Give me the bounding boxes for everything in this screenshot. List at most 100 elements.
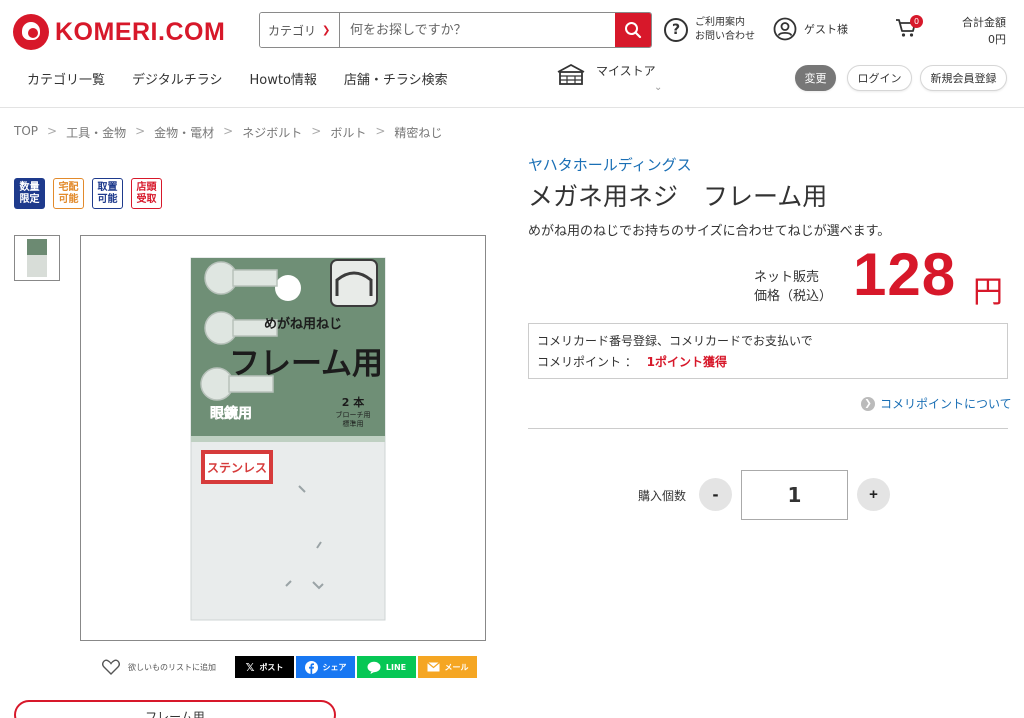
chevron-down-icon: ❯: [322, 24, 331, 36]
package-material: ステンレス: [207, 461, 267, 475]
cart-total-value: 0円: [988, 33, 1006, 46]
change-store-button[interactable]: 変更: [795, 65, 836, 91]
chevron-right-icon: >: [135, 124, 146, 138]
share-facebook-button[interactable]: シェア: [296, 656, 355, 678]
my-store-label: マイストア: [596, 64, 656, 78]
package-top-label: めがね用ねじ: [264, 316, 342, 332]
add-to-wishlist[interactable]: 欲しいものリストに追加: [102, 659, 216, 675]
quantity-label: 購入個数: [638, 489, 687, 503]
price-label-line-1: ネット販売: [754, 270, 820, 285]
cart-count-badge: 0: [910, 15, 923, 28]
help-line-1: ご利用案内: [695, 17, 745, 28]
chevron-down-icon: ⌄: [654, 82, 663, 93]
main-nav: カテゴリ一覧 デジタルチラシ Howto情報 店舗・チラシ検索: [27, 69, 475, 88]
share-facebook-label: シェア: [322, 662, 347, 672]
reserve-badge: 取置 可能: [92, 178, 123, 209]
nav-digital-flyer[interactable]: デジタルチラシ: [132, 69, 222, 88]
site-logo[interactable]: KOMERI.COM: [13, 14, 225, 50]
package-count-note-2: 標準用: [343, 419, 364, 428]
x-logo-icon: 𝕏: [245, 660, 255, 674]
breadcrumb-hardware[interactable]: 金物・電材: [154, 124, 214, 141]
quantity-decrease-button[interactable]: -: [699, 478, 732, 511]
product-price: 128: [853, 241, 957, 308]
breadcrumb-precision-screws[interactable]: 精密ねじ: [394, 124, 442, 141]
product-title: メガネ用ネジ フレーム用: [528, 182, 828, 211]
badge-line: 可能: [97, 193, 118, 205]
logo-text: KOMERI.COM: [55, 17, 226, 46]
point-info-box: コメリカード番号登録、コメリカードでお支払いで コメリポイント ： 1ポイント獲…: [528, 323, 1008, 379]
badge-line: 受取: [136, 193, 157, 205]
chevron-right-icon: >: [375, 124, 386, 138]
breadcrumb-screws-bolts[interactable]: ネジボルト: [242, 124, 302, 141]
nav-howto[interactable]: Howto情報: [250, 69, 317, 88]
share-x-button[interactable]: 𝕏 ポスト: [235, 656, 294, 678]
question-icon: ?: [664, 18, 688, 42]
product-package-illustration: めがね用ねじ フレーム用 眼鏡用 2 本 ブローチ用 標準用 ステンレス: [190, 257, 386, 621]
product-thumbnail[interactable]: [14, 235, 60, 281]
point-info-link[interactable]: ❯ コメリポイントについて: [861, 395, 1012, 412]
share-mail-label: メール: [444, 662, 469, 672]
cart-total-label: 合計金額: [962, 16, 1006, 29]
search-category-label: カテゴリ: [268, 23, 317, 38]
breadcrumb-top[interactable]: TOP: [14, 124, 38, 141]
product-description: めがね用のねじでお持ちのサイズに合わせてねじが選べます。: [528, 224, 891, 239]
package-count: 2 本: [342, 395, 364, 409]
mail-icon: [426, 662, 440, 672]
cart-total: 合計金額 0円: [962, 14, 1006, 48]
point-condition-text: コメリカード番号登録、コメリカードでお支払いで: [537, 334, 813, 348]
search-icon: [625, 22, 642, 39]
search-category-select[interactable]: カテゴリ ❯: [260, 13, 340, 47]
cart-button[interactable]: 0: [895, 15, 923, 42]
badge-line: 店頭: [136, 181, 157, 193]
share-mail-button[interactable]: メール: [418, 656, 477, 678]
nav-store-search[interactable]: 店舗・チラシ検索: [344, 69, 448, 88]
rooster-logo-icon: [13, 14, 49, 50]
search-button[interactable]: [615, 13, 651, 47]
help-text: ご利用案内 お問い合わせ: [695, 16, 755, 44]
price-unit: 円: [973, 275, 1003, 310]
breadcrumb-bolts[interactable]: ボルト: [330, 124, 366, 141]
register-button[interactable]: 新規会員登録: [920, 65, 1007, 91]
point-label: コメリポイント ：: [537, 355, 637, 369]
package-main-label: フレーム用: [229, 346, 383, 382]
delivery-badge: 宅配 可能: [53, 178, 84, 209]
product-maker-link[interactable]: ヤハタホールディングス: [528, 154, 692, 175]
breadcrumb-tools[interactable]: 工具・金物: [66, 124, 126, 141]
point-row: コメリポイント ： 1ポイント獲得: [537, 352, 999, 373]
quantity-increase-button[interactable]: +: [857, 478, 890, 511]
share-line-button[interactable]: LINE: [357, 656, 416, 678]
quantity-input[interactable]: [741, 470, 848, 520]
line-chat-icon: [367, 661, 381, 674]
account-link[interactable]: ゲスト様: [773, 17, 848, 41]
help-line-2: お問い合わせ: [695, 31, 755, 42]
help-link[interactable]: ? ご利用案内 お問い合わせ: [664, 16, 755, 44]
badge-line: 可能: [58, 193, 79, 205]
wishlist-label: 欲しいものリストに追加: [128, 662, 216, 672]
product-main-image[interactable]: めがね用ねじ フレーム用 眼鏡用 2 本 ブローチ用 標準用 ステンレス: [80, 235, 486, 641]
guest-label: ゲスト様: [804, 23, 848, 36]
search-input[interactable]: [340, 13, 615, 47]
point-info-link-label: コメリポイントについて: [880, 397, 1012, 411]
package-count-note-1: ブローチ用: [336, 410, 371, 419]
section-divider: [528, 428, 1008, 429]
store-pickup-badge: 店頭 受取: [131, 178, 162, 209]
store-icon: [557, 63, 585, 85]
site-header: KOMERI.COM カテゴリ ❯ ? ご利用案内 お問い合わせ ゲスト様: [0, 0, 1024, 108]
availability-badges: 数量 限定 宅配 可能 取置 可能 店頭 受取: [14, 178, 170, 209]
nav-category-list[interactable]: カテゴリ一覧: [27, 69, 105, 88]
price-label: ネット販売 価格（税込）: [754, 268, 832, 306]
facebook-icon: [304, 660, 318, 674]
badge-line: 宅配: [58, 181, 79, 193]
price-label-line-2: 価格（税込）: [754, 289, 833, 304]
breadcrumb: TOP > 工具・金物 > 金物・電材 > ネジボルト > ボルト > 精密ねじ: [14, 124, 442, 141]
package-sub-label: 眼鏡用: [210, 405, 252, 422]
my-store-link[interactable]: マイストア ⌄: [556, 62, 662, 93]
chevron-right-icon: >: [47, 124, 58, 138]
search-bar: カテゴリ ❯: [259, 12, 652, 48]
login-button[interactable]: ログイン: [847, 65, 912, 91]
chevron-right-icon: >: [223, 124, 234, 138]
user-icon: [773, 17, 797, 41]
share-x-label: ポスト: [259, 662, 284, 672]
variant-select-button[interactable]: フレーム用: [14, 700, 336, 718]
badge-line: 取置: [97, 181, 118, 193]
